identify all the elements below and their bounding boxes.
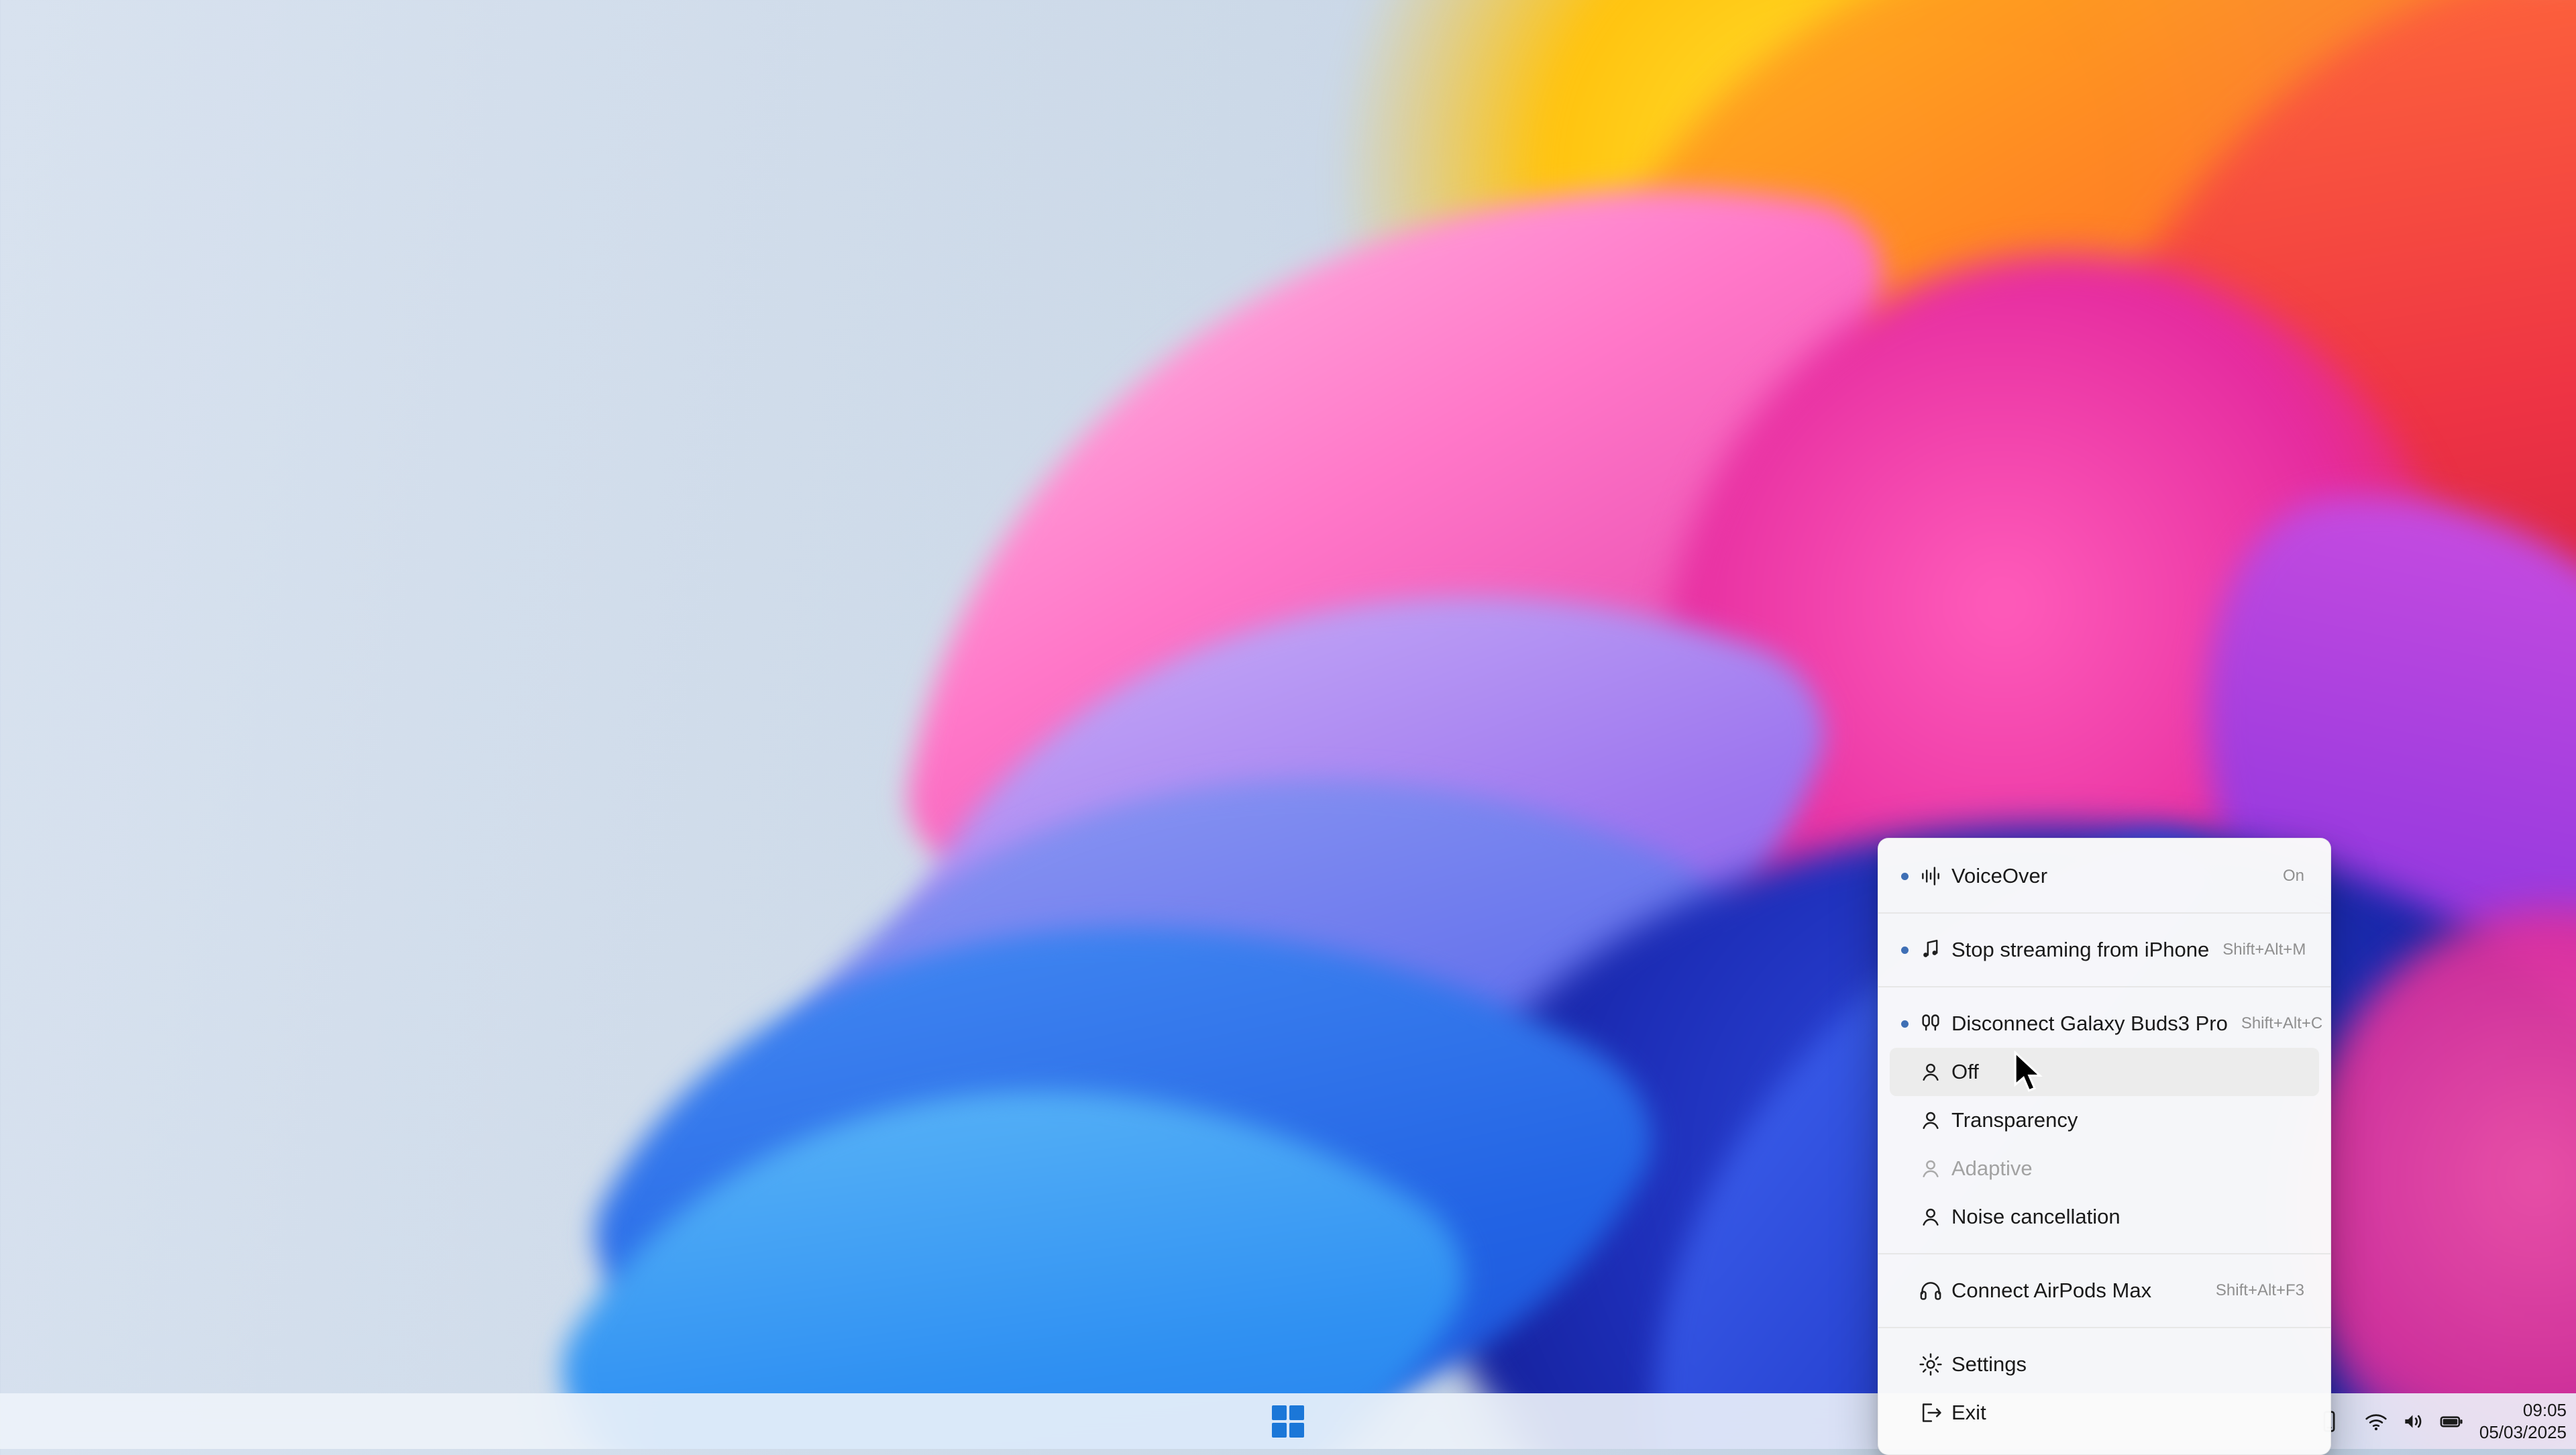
- menu-item-label: Noise cancellation: [1951, 1205, 2304, 1229]
- person-head-icon: [1915, 1201, 1946, 1232]
- active-indicator: [1896, 947, 1913, 954]
- battery-icon[interactable]: [2434, 1401, 2469, 1442]
- menu-item-anc-noise-cancellation[interactable]: Noise cancellation: [1890, 1193, 2319, 1241]
- active-dot: [1901, 947, 1909, 954]
- headphones-icon: [1915, 1275, 1946, 1306]
- wifi-icon[interactable]: [2359, 1401, 2394, 1442]
- audio-tray-flyout-menu: VoiceOver On Stop streaming from iPhone …: [1878, 838, 2331, 1455]
- windows-logo-icon: [1272, 1405, 1304, 1438]
- menu-item-exit[interactable]: Exit: [1890, 1389, 2319, 1437]
- active-indicator: [1896, 873, 1913, 880]
- active-indicator: [1896, 1020, 1913, 1028]
- menu-separator: [1878, 1327, 2330, 1328]
- music-note-icon: [1915, 934, 1946, 965]
- exit-icon: [1915, 1397, 1946, 1428]
- menu-item-label: Connect AirPods Max: [1951, 1279, 2202, 1303]
- menu-item-settings[interactable]: Settings: [1890, 1340, 2319, 1389]
- menu-item-shortcut: Shift+Alt+M: [2222, 940, 2306, 959]
- person-head-icon: [1915, 1105, 1946, 1136]
- earbuds-icon: [1915, 1008, 1946, 1039]
- gear-icon: [1915, 1349, 1946, 1380]
- system-tray: 09:05 05/03/2025: [2312, 1393, 2567, 1449]
- menu-separator: [1878, 1253, 2330, 1254]
- menu-item-voiceover[interactable]: VoiceOver On: [1890, 852, 2319, 900]
- menu-separator: [1878, 986, 2330, 987]
- menu-item-disconnect-galaxy-buds[interactable]: Disconnect Galaxy Buds3 Pro Shift+Alt+C: [1890, 1000, 2319, 1048]
- menu-item-label: Settings: [1951, 1352, 2304, 1377]
- menu-item-anc-adaptive: Adaptive: [1890, 1144, 2319, 1193]
- menu-item-label: Off: [1951, 1060, 2304, 1084]
- menu-item-shortcut: Shift+Alt+F3: [2216, 1281, 2304, 1300]
- menu-item-label: Transparency: [1951, 1108, 2304, 1132]
- menu-separator: [1878, 912, 2330, 914]
- person-head-icon: [1915, 1153, 1946, 1184]
- menu-item-anc-off[interactable]: Off: [1890, 1048, 2319, 1096]
- waveform-icon: [1915, 861, 1946, 892]
- active-dot: [1901, 1020, 1909, 1028]
- menu-item-shortcut: Shift+Alt+C: [2241, 1014, 2322, 1033]
- menu-item-status: On: [2283, 867, 2304, 885]
- menu-item-label: Adaptive: [1951, 1156, 2304, 1181]
- clock-date: 05/03/2025: [2479, 1421, 2567, 1444]
- menu-item-label: VoiceOver: [1951, 864, 2269, 888]
- active-dot: [1901, 873, 1909, 880]
- menu-item-connect-airpods-max[interactable]: Connect AirPods Max Shift+Alt+F3: [1890, 1267, 2319, 1315]
- clock-time: 09:05: [2479, 1399, 2567, 1421]
- menu-item-anc-transparency[interactable]: Transparency: [1890, 1096, 2319, 1144]
- mouse-cursor-icon: [2012, 1050, 2043, 1095]
- taskbar-clock[interactable]: 09:05 05/03/2025: [2479, 1399, 2567, 1443]
- volume-icon[interactable]: [2396, 1401, 2431, 1442]
- person-head-icon: [1915, 1057, 1946, 1087]
- menu-item-label: Exit: [1951, 1401, 2304, 1425]
- start-button[interactable]: [1265, 1399, 1311, 1444]
- menu-item-stop-streaming[interactable]: Stop streaming from iPhone Shift+Alt+M: [1890, 926, 2319, 974]
- menu-item-label: Stop streaming from iPhone: [1951, 938, 2209, 962]
- menu-item-label: Disconnect Galaxy Buds3 Pro: [1951, 1012, 2228, 1036]
